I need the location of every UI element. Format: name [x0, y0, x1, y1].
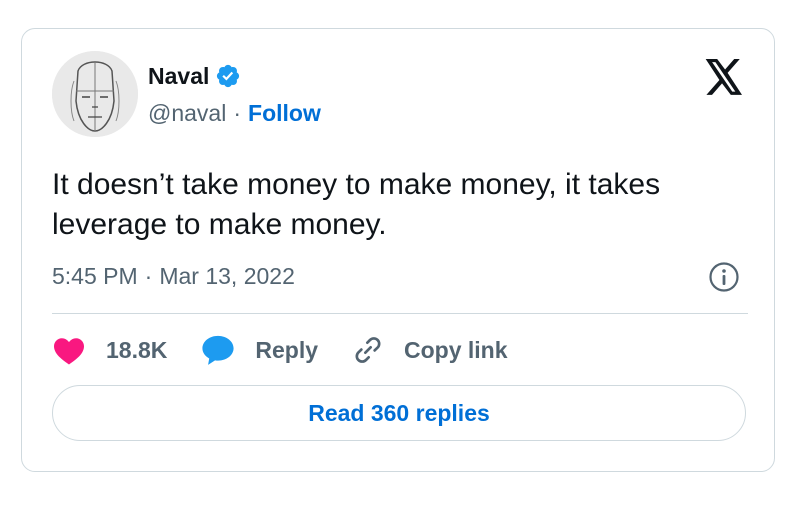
separator-dot: · — [233, 99, 242, 126]
author-handle-row: @naval · Follow — [148, 99, 321, 127]
speech-bubble-icon — [202, 335, 234, 365]
tweet-date[interactable]: Mar 13, 2022 — [159, 263, 295, 290]
divider — [52, 313, 748, 314]
author-name-row: Naval — [148, 61, 241, 91]
author-handle[interactable]: @naval — [148, 100, 226, 127]
copy-link-label: Copy link — [404, 336, 508, 363]
avatar[interactable] — [52, 51, 138, 137]
link-icon — [355, 337, 381, 363]
reply-label: Reply — [255, 336, 319, 363]
like-button[interactable]: 18.8K — [52, 335, 167, 365]
copy-link-button[interactable]: Copy link — [352, 334, 508, 366]
heart-icon — [54, 338, 84, 365]
reply-button[interactable]: Reply — [201, 334, 318, 366]
tweet-card: Naval @naval · Follow It doesn’t take mo… — [21, 28, 775, 472]
meta-separator-dot: · — [144, 262, 153, 289]
like-count: 18.8K — [106, 336, 168, 363]
info-icon[interactable] — [708, 261, 740, 293]
tweet-text: It doesn’t take money to make money, it … — [52, 168, 661, 241]
tweet-time[interactable]: 5:45 PM — [52, 263, 138, 290]
x-logo-icon[interactable] — [704, 59, 744, 95]
action-bar: 18.8K Reply Copy link — [52, 333, 542, 367]
author-name[interactable]: Naval — [148, 63, 209, 90]
tweet-meta: 5:45 PM · Mar 13, 2022 — [52, 261, 295, 291]
avatar-sketch-image — [52, 51, 138, 137]
follow-link[interactable]: Follow — [248, 100, 321, 127]
read-replies-button[interactable]: Read 360 replies — [52, 385, 746, 441]
verified-badge-icon — [217, 64, 240, 88]
